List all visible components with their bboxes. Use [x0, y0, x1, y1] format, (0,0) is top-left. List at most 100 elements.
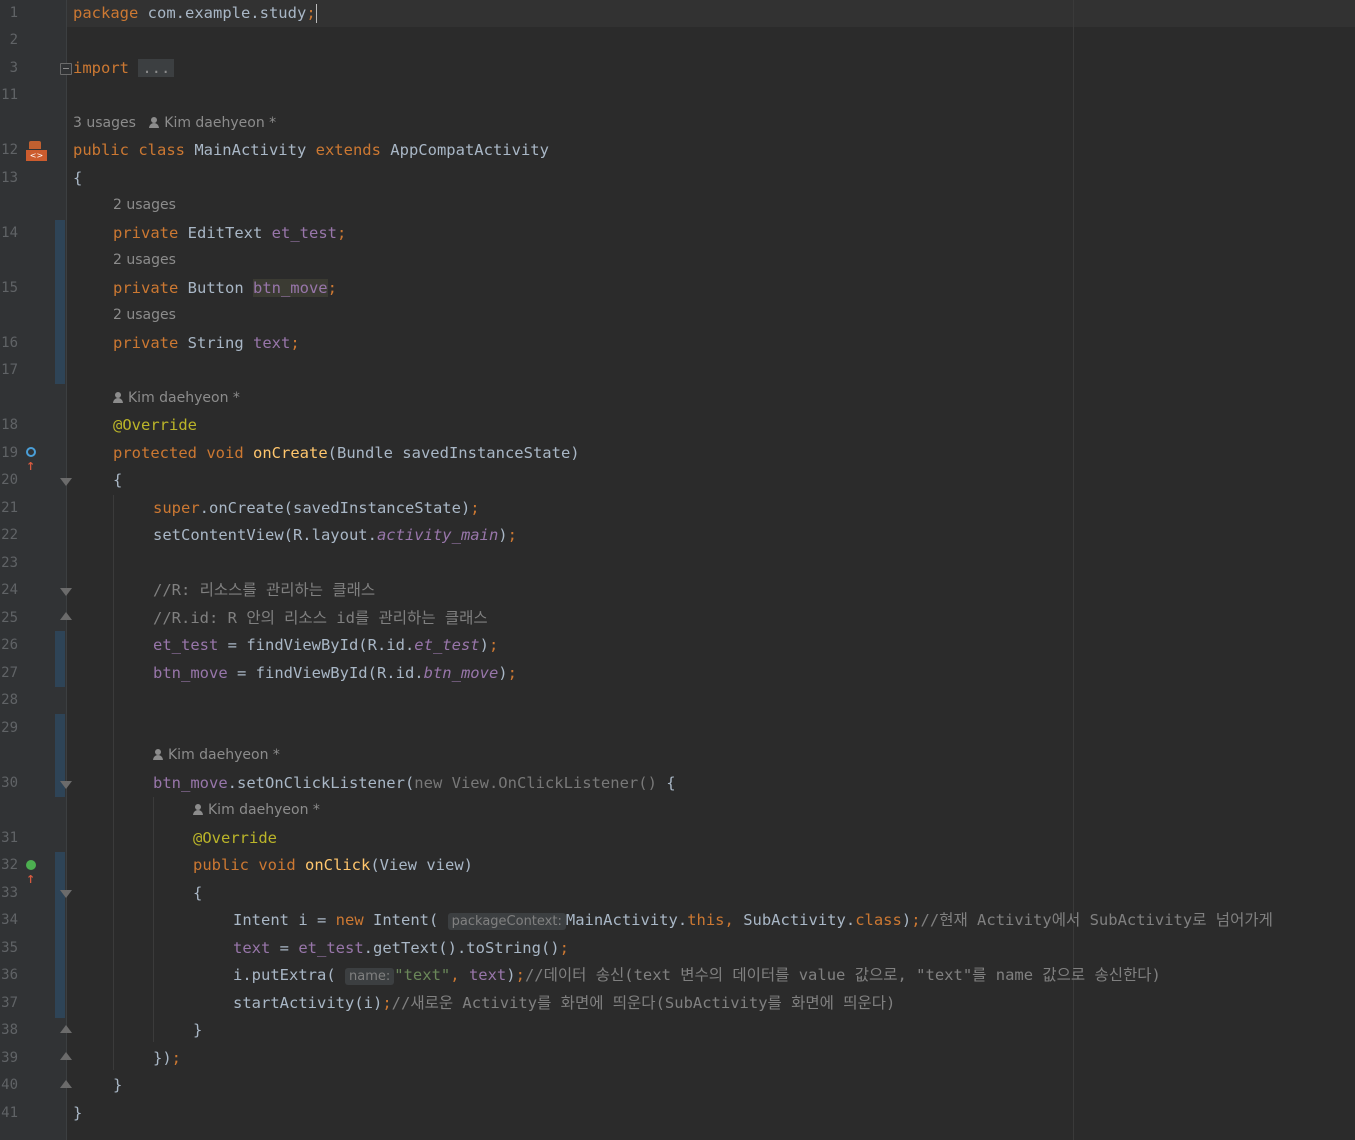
fold-toggle-icon[interactable]: [60, 890, 72, 898]
field-name: text: [233, 939, 271, 957]
code-line-brace[interactable]: {: [193, 880, 202, 907]
author-hint[interactable]: Kim daehyeon *: [168, 747, 280, 763]
usages-hint[interactable]: 2 usages: [113, 247, 176, 274]
fold-toggle-icon[interactable]: [60, 478, 72, 486]
collapsed-imports[interactable]: ...: [138, 59, 175, 77]
line-number: 19: [1, 445, 18, 461]
method-call: setContentView(R.layout.: [153, 526, 377, 544]
code-line-brace[interactable]: }: [73, 1100, 82, 1127]
code-vision-hint[interactable]: 3 usages Kim daehyeon *: [73, 110, 276, 137]
code-line-intent[interactable]: Intent i = new Intent( packageContext: Ma…: [233, 907, 1273, 934]
parameter-hint: name:: [345, 968, 395, 985]
code-line-set-content-view[interactable]: setContentView(R.layout.activity_main);: [153, 522, 517, 549]
code-line-package[interactable]: package com.example.study;: [73, 0, 317, 27]
package-name: com.example.study: [138, 4, 307, 22]
line-number: 34: [1, 912, 18, 928]
vcs-change-marker[interactable]: [55, 631, 65, 687]
code-vision-hint[interactable]: Kim daehyeon *: [113, 385, 240, 412]
fold-toggle-icon[interactable]: [60, 1052, 72, 1060]
keyword: public class: [73, 141, 185, 159]
constructor-call: Intent(: [363, 911, 439, 929]
code-line-find-view[interactable]: btn_move = findViewById(R.id.btn_move);: [153, 660, 517, 687]
line-number: 3: [9, 60, 18, 76]
text-cursor: [315, 4, 317, 23]
code-line-start-activity[interactable]: startActivity(i);//새로운 Activity를 화면에 띄운다…: [233, 990, 895, 1017]
code-vision-hint[interactable]: Kim daehyeon *: [193, 797, 320, 824]
fold-toggle-icon[interactable]: [60, 781, 72, 789]
line-number: 23: [1, 555, 18, 571]
usages-hint[interactable]: 2 usages: [113, 302, 176, 329]
code-line-onclick-declaration[interactable]: public void onClick(View view): [193, 852, 473, 879]
line-number: 27: [1, 665, 18, 681]
field-name: btn_move: [252, 279, 328, 297]
code-line-get-text[interactable]: text = et_test.getText().toString();: [233, 935, 569, 962]
code-editor[interactable]: <> ↑ ↑ 1 2 3 11 12 13 14 15 16 17 18 19 …: [0, 0, 1355, 1140]
code-line-brace[interactable]: });: [153, 1045, 181, 1072]
field-name: btn_move: [423, 664, 499, 682]
fold-toggle-icon[interactable]: [60, 1080, 72, 1088]
code-line-super-call[interactable]: super.onCreate(savedInstanceState);: [153, 495, 480, 522]
code-line-brace[interactable]: }: [113, 1072, 122, 1099]
code-line-set-listener[interactable]: btn_move.setOnClickListener(new View.OnC…: [153, 770, 676, 797]
parameter-hint: packageContext:: [447, 913, 566, 930]
code-line-field[interactable]: private Button btn_move;: [113, 275, 337, 302]
field-name: btn_move: [153, 774, 228, 792]
fold-toggle-icon[interactable]: [60, 1025, 72, 1033]
vcs-change-marker[interactable]: [55, 220, 65, 384]
line-number: 21: [1, 500, 18, 516]
fold-toggle-icon[interactable]: [60, 612, 72, 620]
field-name: text: [252, 334, 291, 352]
line-number: 20: [1, 472, 18, 488]
line-number: 1: [9, 5, 18, 21]
line-number: 24: [1, 582, 18, 598]
line-number: 14: [1, 225, 18, 241]
code-comment[interactable]: //R.id: R 안의 리소스 id를 관리하는 클래스: [153, 605, 488, 632]
line-number: 41: [1, 1105, 18, 1121]
code-line-field[interactable]: private EditText et_test;: [113, 220, 346, 247]
code-vision-hint[interactable]: Kim daehyeon *: [153, 742, 280, 769]
line-number: 11: [1, 87, 18, 103]
code-line-put-extra[interactable]: i.putExtra( name: "text", text);//데이터 송신(…: [233, 962, 1161, 989]
keyword: super: [153, 499, 200, 517]
code-line-brace[interactable]: }: [193, 1017, 202, 1044]
keyword: new: [335, 911, 364, 929]
author-hint[interactable]: Kim daehyeon *: [128, 390, 240, 406]
code-line-find-view[interactable]: et_test = findViewById(R.id.et_test);: [153, 632, 498, 659]
line-number: 13: [1, 170, 18, 186]
author-icon: [193, 804, 203, 815]
code-line-method-declaration[interactable]: protected void onCreate(Bundle savedInst…: [113, 440, 580, 467]
line-number: 16: [1, 335, 18, 351]
annotation[interactable]: @Override: [113, 412, 197, 439]
code-line-import[interactable]: import ...: [73, 55, 175, 82]
line-number: 17: [1, 362, 18, 378]
keyword: private: [113, 334, 179, 352]
line-number: 31: [1, 830, 18, 846]
class-icon[interactable]: <>: [26, 141, 47, 161]
field-name: text: [468, 966, 507, 984]
code-line-class-declaration[interactable]: public class MainActivity extends AppCom…: [73, 137, 549, 164]
annotation[interactable]: @Override: [193, 825, 277, 852]
line-number: 26: [1, 637, 18, 653]
line-number: 33: [1, 885, 18, 901]
fold-toggle-icon[interactable]: [60, 588, 72, 596]
line-number: 22: [1, 527, 18, 543]
keyword: protected void: [113, 444, 244, 462]
type-name: String: [178, 334, 253, 352]
method-params: (Bundle savedInstanceState): [327, 444, 580, 462]
code-line-brace[interactable]: {: [113, 467, 122, 494]
code-line-field[interactable]: private String text;: [113, 330, 300, 357]
code-comment[interactable]: //R: 리소스를 관리하는 클래스: [153, 577, 375, 604]
usages-hint[interactable]: 2 usages: [113, 192, 176, 219]
usages-hint[interactable]: 3 usages: [73, 115, 136, 131]
line-number: 38: [1, 1022, 18, 1038]
override-method-icon[interactable]: ↑: [26, 446, 44, 473]
author-hint[interactable]: Kim daehyeon *: [164, 115, 276, 131]
fold-toggle-icon[interactable]: [60, 63, 72, 75]
code-line-brace[interactable]: {: [73, 165, 82, 192]
implement-method-icon[interactable]: ↑: [26, 859, 44, 886]
string-literal: "text": [394, 966, 451, 984]
author-hint[interactable]: Kim daehyeon *: [208, 802, 320, 818]
line-number: 37: [1, 995, 18, 1011]
vcs-change-marker[interactable]: [55, 852, 65, 1018]
indent-guide: [153, 797, 154, 1042]
